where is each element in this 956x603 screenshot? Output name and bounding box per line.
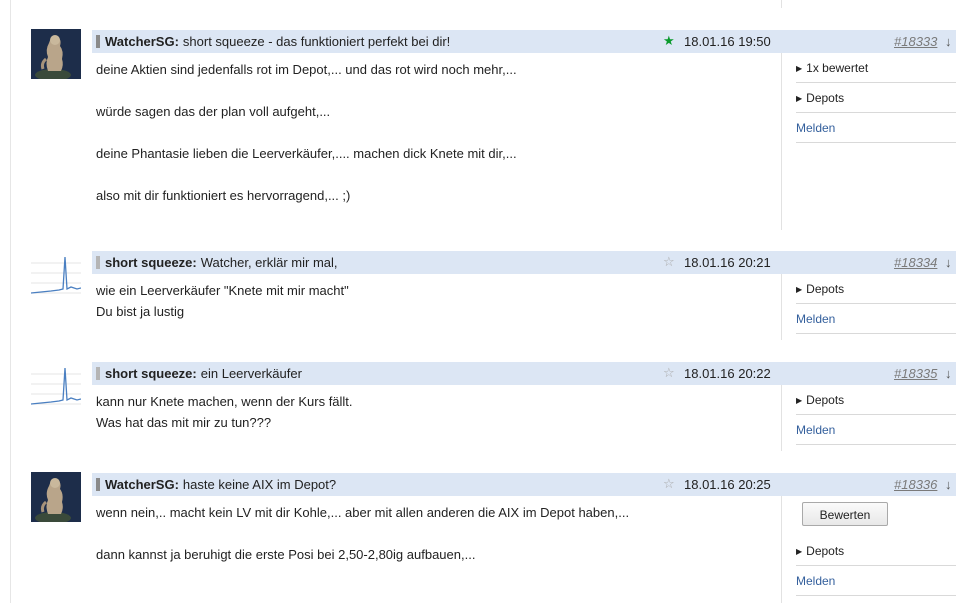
triangle-right-icon: ▶ — [796, 64, 803, 73]
rate-button[interactable]: Bewerten — [802, 502, 888, 526]
post-line: würde sagen das der plan voll aufgeht,..… — [96, 104, 331, 119]
star-empty-icon[interactable]: ☆ — [663, 477, 675, 491]
post-line: dann kannst ja beruhigt die erste Posi b… — [96, 547, 476, 562]
depots-link[interactable]: ▶ Depots — [796, 274, 956, 304]
depots-link[interactable]: ▶ Depots — [796, 83, 956, 113]
sidebar-separator — [781, 53, 782, 230]
online-indicator-icon — [96, 367, 100, 380]
avatar[interactable] — [31, 29, 81, 79]
previous-post-sidebar-separator — [781, 0, 782, 8]
post-body: wenn nein,.. macht kein LV mit dir Kohle… — [96, 502, 776, 565]
user-avatar-image — [31, 472, 81, 522]
post-line: Du bist ja lustig — [96, 304, 185, 319]
post-body: deine Aktien sind jedenfalls rot im Depo… — [96, 59, 776, 206]
chart-avatar-image — [31, 256, 81, 294]
post-header: WatcherSG: haste keine AIX im Depot? ☆ 1… — [92, 473, 956, 496]
user-avatar-image — [31, 29, 81, 79]
post-number-link[interactable]: #18335 — [894, 366, 937, 381]
post-subject: ein Leerverkäufer — [200, 366, 302, 381]
post-line: also mit dir funktioniert es hervorragen… — [96, 188, 351, 203]
depots-label: Depots — [806, 393, 845, 407]
post-date: 18.01.16 20:21 — [684, 255, 771, 270]
depots-link[interactable]: ▶ Depots — [796, 536, 956, 566]
post-subject: haste keine AIX im Depot? — [182, 477, 337, 492]
post-header: short squeeze: Watcher, erklär mir mal, … — [92, 251, 956, 274]
report-link[interactable]: Melden — [796, 566, 956, 596]
post-subject: short squeeze - das funktioniert perfekt… — [182, 34, 451, 49]
triangle-right-icon: ▶ — [796, 94, 803, 103]
post-line: deine Phantasie lieben die Leerverkäufer… — [96, 146, 517, 161]
arrow-down-icon[interactable]: ↓ — [945, 366, 952, 381]
depots-link[interactable]: ▶ Depots — [796, 385, 956, 415]
report-link[interactable]: Melden — [796, 415, 956, 445]
triangle-right-icon: ▶ — [796, 285, 803, 294]
arrow-down-icon[interactable]: ↓ — [945, 255, 952, 270]
sidebar-separator — [781, 385, 782, 451]
depots-label: Depots — [806, 91, 845, 105]
post-author[interactable]: WatcherSG: — [105, 477, 179, 492]
post-number-link[interactable]: #18334 — [894, 255, 937, 270]
post-line: kann nur Knete machen, wenn der Kurs fäl… — [96, 394, 353, 409]
arrow-down-icon[interactable]: ↓ — [945, 477, 952, 492]
post-author[interactable]: short squeeze: — [105, 255, 197, 270]
avatar[interactable] — [31, 472, 81, 522]
post-body: wie ein Leerverkäufer "Knete mit mir mac… — [96, 280, 776, 322]
post-line: wie ein Leerverkäufer "Knete mit mir mac… — [96, 283, 349, 298]
left-border-line — [10, 0, 11, 603]
sidebar-separator — [781, 274, 782, 340]
post-author[interactable]: WatcherSG: — [105, 34, 179, 49]
star-filled-icon[interactable]: ★ — [663, 34, 675, 48]
post-number-link[interactable]: #18336 — [894, 477, 937, 492]
post-line: wenn nein,.. macht kein LV mit dir Kohle… — [96, 505, 630, 520]
post-author[interactable]: short squeeze: — [105, 366, 197, 381]
post-subject: Watcher, erklär mir mal, — [200, 255, 338, 270]
chart-avatar-image — [31, 367, 81, 405]
previous-post-fragment — [0, 0, 956, 8]
depots-label: Depots — [806, 544, 845, 558]
post-line: Was hat das mit mir zu tun??? — [96, 415, 272, 430]
online-indicator-icon — [96, 35, 100, 48]
rating-count-label: 1x bewertet — [806, 61, 869, 75]
star-empty-icon[interactable]: ☆ — [663, 255, 675, 269]
triangle-right-icon: ▶ — [796, 547, 803, 556]
post-line: deine Aktien sind jedenfalls rot im Depo… — [96, 62, 517, 77]
post-date: 18.01.16 19:50 — [684, 34, 771, 49]
report-link[interactable]: Melden — [796, 304, 956, 334]
post-date: 18.01.16 20:22 — [684, 366, 771, 381]
avatar[interactable] — [31, 253, 81, 303]
avatar[interactable] — [31, 364, 81, 414]
depots-label: Depots — [806, 282, 845, 296]
post-header: short squeeze: ein Leerverkäufer ☆ 18.01… — [92, 362, 956, 385]
post-body: kann nur Knete machen, wenn der Kurs fäl… — [96, 391, 776, 433]
report-link[interactable]: Melden — [796, 113, 956, 143]
post-date: 18.01.16 20:25 — [684, 477, 771, 492]
online-indicator-icon — [96, 478, 100, 491]
rating-count-link[interactable]: ▶ 1x bewertet — [796, 53, 956, 83]
post-header: WatcherSG: short squeeze - das funktioni… — [92, 30, 956, 53]
triangle-right-icon: ▶ — [796, 396, 803, 405]
arrow-down-icon[interactable]: ↓ — [945, 34, 952, 49]
sidebar-separator — [781, 496, 782, 603]
star-empty-icon[interactable]: ☆ — [663, 366, 675, 380]
online-indicator-icon — [96, 256, 100, 269]
post-number-link[interactable]: #18333 — [894, 34, 937, 49]
